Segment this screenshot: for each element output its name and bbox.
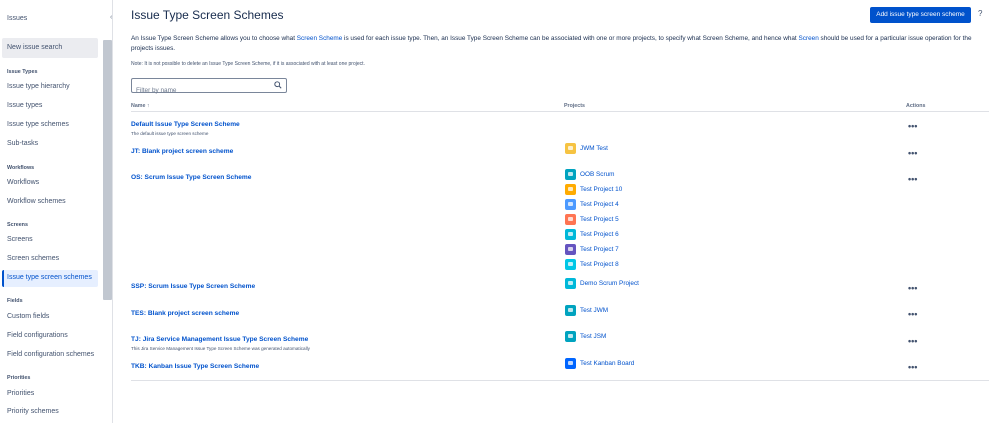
more-actions-icon[interactable]: ••• xyxy=(908,148,917,158)
description-text: An Issue Type Screen Scheme allows you t… xyxy=(131,35,297,42)
screen-link[interactable]: Screen xyxy=(799,35,819,42)
project-name[interactable]: Test Project 4 xyxy=(580,201,619,208)
search-icon xyxy=(274,81,282,89)
header-divider xyxy=(131,111,989,112)
project-avatar-icon xyxy=(565,229,576,240)
filter-field[interactable] xyxy=(131,78,287,93)
sidebar-item-screens[interactable]: Screens xyxy=(2,232,98,249)
project-name[interactable]: Test JWM xyxy=(580,307,608,314)
scheme-name-link[interactable]: TES: Blank project screen scheme xyxy=(131,310,239,317)
project-name[interactable]: Test Project 6 xyxy=(580,231,619,238)
sidebar-item-workflow-schemes[interactable]: Workflow schemes xyxy=(2,194,98,211)
sidebar-scrollbar[interactable] xyxy=(103,40,112,300)
more-actions-icon[interactable]: ••• xyxy=(908,309,917,319)
project-item[interactable]: JWM Test xyxy=(565,143,608,154)
project-avatar-icon xyxy=(565,305,576,316)
scheme-name-link[interactable]: Default Issue Type Screen Scheme xyxy=(131,121,240,128)
project-item[interactable]: Test JWM xyxy=(565,305,608,316)
sidebar-section-workflows: Workflows xyxy=(7,165,34,171)
column-header-projects: Projects xyxy=(564,103,585,109)
project-item[interactable]: Demo Scrum Project xyxy=(565,278,639,289)
sidebar-item-issue-types[interactable]: Issue types xyxy=(2,98,98,115)
more-actions-icon[interactable]: ••• xyxy=(908,336,917,346)
sidebar-item-priority-schemes[interactable]: Priority schemes xyxy=(2,404,98,421)
project-avatar-icon xyxy=(565,259,576,270)
sidebar-item-priorities[interactable]: Priorities xyxy=(2,386,98,403)
sidebar-item-screen-schemes[interactable]: Screen schemes xyxy=(2,251,98,268)
description-text: is used for each issue type. Then, an Is… xyxy=(342,35,798,42)
project-avatar-icon xyxy=(565,199,576,210)
sidebar-section-priorities: Priorities xyxy=(7,375,30,381)
scheme-description: This Jira Service Management Issue Type … xyxy=(131,346,310,351)
sidebar-item-field-configuration-schemes[interactable]: Field configuration schemes xyxy=(2,347,98,364)
page-title: Issue Type Screen Schemes xyxy=(131,8,284,22)
scheme-name-link[interactable]: TKB: Kanban Issue Type Screen Scheme xyxy=(131,363,259,370)
more-actions-icon[interactable]: ••• xyxy=(908,362,917,372)
project-avatar-icon xyxy=(565,331,576,342)
project-avatar-icon xyxy=(565,358,576,369)
scheme-name-link[interactable]: OS: Scrum Issue Type Screen Scheme xyxy=(131,174,251,181)
project-avatar-icon xyxy=(565,143,576,154)
project-name[interactable]: JWM Test xyxy=(580,145,608,152)
sidebar-title: Issues xyxy=(7,15,27,22)
table-bottom-divider xyxy=(131,380,989,381)
page-description: An Issue Type Screen Scheme allows you t… xyxy=(131,34,986,53)
sidebar-item-issue-type-screen-schemes[interactable]: Issue type screen schemes xyxy=(2,270,98,287)
project-item[interactable]: Test Kanban Board xyxy=(565,358,634,369)
project-avatar-icon xyxy=(565,278,576,289)
project-avatar-icon xyxy=(565,214,576,225)
delete-note: Note: It is not possible to delete an Is… xyxy=(131,61,365,67)
project-item[interactable]: Test Project 6 xyxy=(565,229,619,240)
filter-input[interactable] xyxy=(132,84,272,97)
scheme-name-link[interactable]: JT: Blank project screen scheme xyxy=(131,148,233,155)
sidebar: Issues ‹ New issue search Issue Types Is… xyxy=(0,0,113,423)
project-item[interactable]: Test Project 8 xyxy=(565,259,619,270)
project-avatar-icon xyxy=(565,184,576,195)
add-issue-type-screen-scheme-button[interactable]: Add issue type screen scheme xyxy=(870,7,971,23)
project-item[interactable]: OOB Scrum xyxy=(565,169,614,180)
sidebar-item-workflows[interactable]: Workflows xyxy=(2,175,98,192)
project-name[interactable]: OOB Scrum xyxy=(580,171,614,178)
project-item[interactable]: Test Project 4 xyxy=(565,199,619,210)
scheme-name-link[interactable]: TJ: Jira Service Management Issue Type S… xyxy=(131,336,308,343)
sidebar-item-field-configurations[interactable]: Field configurations xyxy=(2,328,98,345)
help-icon[interactable]: ? xyxy=(978,9,982,18)
scheme-description: The default issue type screen scheme xyxy=(131,131,208,136)
project-item[interactable]: Test JSM xyxy=(565,331,606,342)
project-name[interactable]: Test Kanban Board xyxy=(580,360,634,367)
project-item[interactable]: Test Project 7 xyxy=(565,244,619,255)
sidebar-item-issue-type-hierarchy[interactable]: Issue type hierarchy xyxy=(2,79,98,96)
scheme-name-link[interactable]: SSP: Scrum Issue Type Screen Scheme xyxy=(131,283,255,290)
sidebar-item-custom-fields[interactable]: Custom fields xyxy=(2,309,98,326)
project-avatar-icon xyxy=(565,169,576,180)
column-header-actions: Actions xyxy=(906,103,925,109)
project-name[interactable]: Test Project 5 xyxy=(580,216,619,223)
sidebar-section-screens: Screens xyxy=(7,222,28,228)
project-name[interactable]: Test Project 10 xyxy=(580,186,622,193)
project-name[interactable]: Demo Scrum Project xyxy=(580,280,639,287)
project-avatar-icon xyxy=(565,244,576,255)
sidebar-item-new-issue-search[interactable]: New issue search xyxy=(2,38,98,58)
screen-scheme-link[interactable]: Screen Scheme xyxy=(297,35,342,42)
sidebar-section-fields: Fields xyxy=(7,298,23,304)
collapse-sidebar-icon[interactable]: ‹ xyxy=(110,14,118,22)
project-item[interactable]: Test Project 10 xyxy=(565,184,622,195)
sidebar-section-issue-types: Issue Types xyxy=(7,69,37,75)
project-name[interactable]: Test JSM xyxy=(580,333,606,340)
sidebar-item-issue-type-schemes[interactable]: Issue type schemes xyxy=(2,117,98,134)
more-actions-icon[interactable]: ••• xyxy=(908,283,917,293)
more-actions-icon[interactable]: ••• xyxy=(908,121,917,131)
more-actions-icon[interactable]: ••• xyxy=(908,174,917,184)
sidebar-item-sub-tasks[interactable]: Sub-tasks xyxy=(2,136,98,153)
project-name[interactable]: Test Project 8 xyxy=(580,261,619,268)
column-header-name[interactable]: Name ↑ xyxy=(131,103,150,109)
project-name[interactable]: Test Project 7 xyxy=(580,246,619,253)
project-item[interactable]: Test Project 5 xyxy=(565,214,619,225)
